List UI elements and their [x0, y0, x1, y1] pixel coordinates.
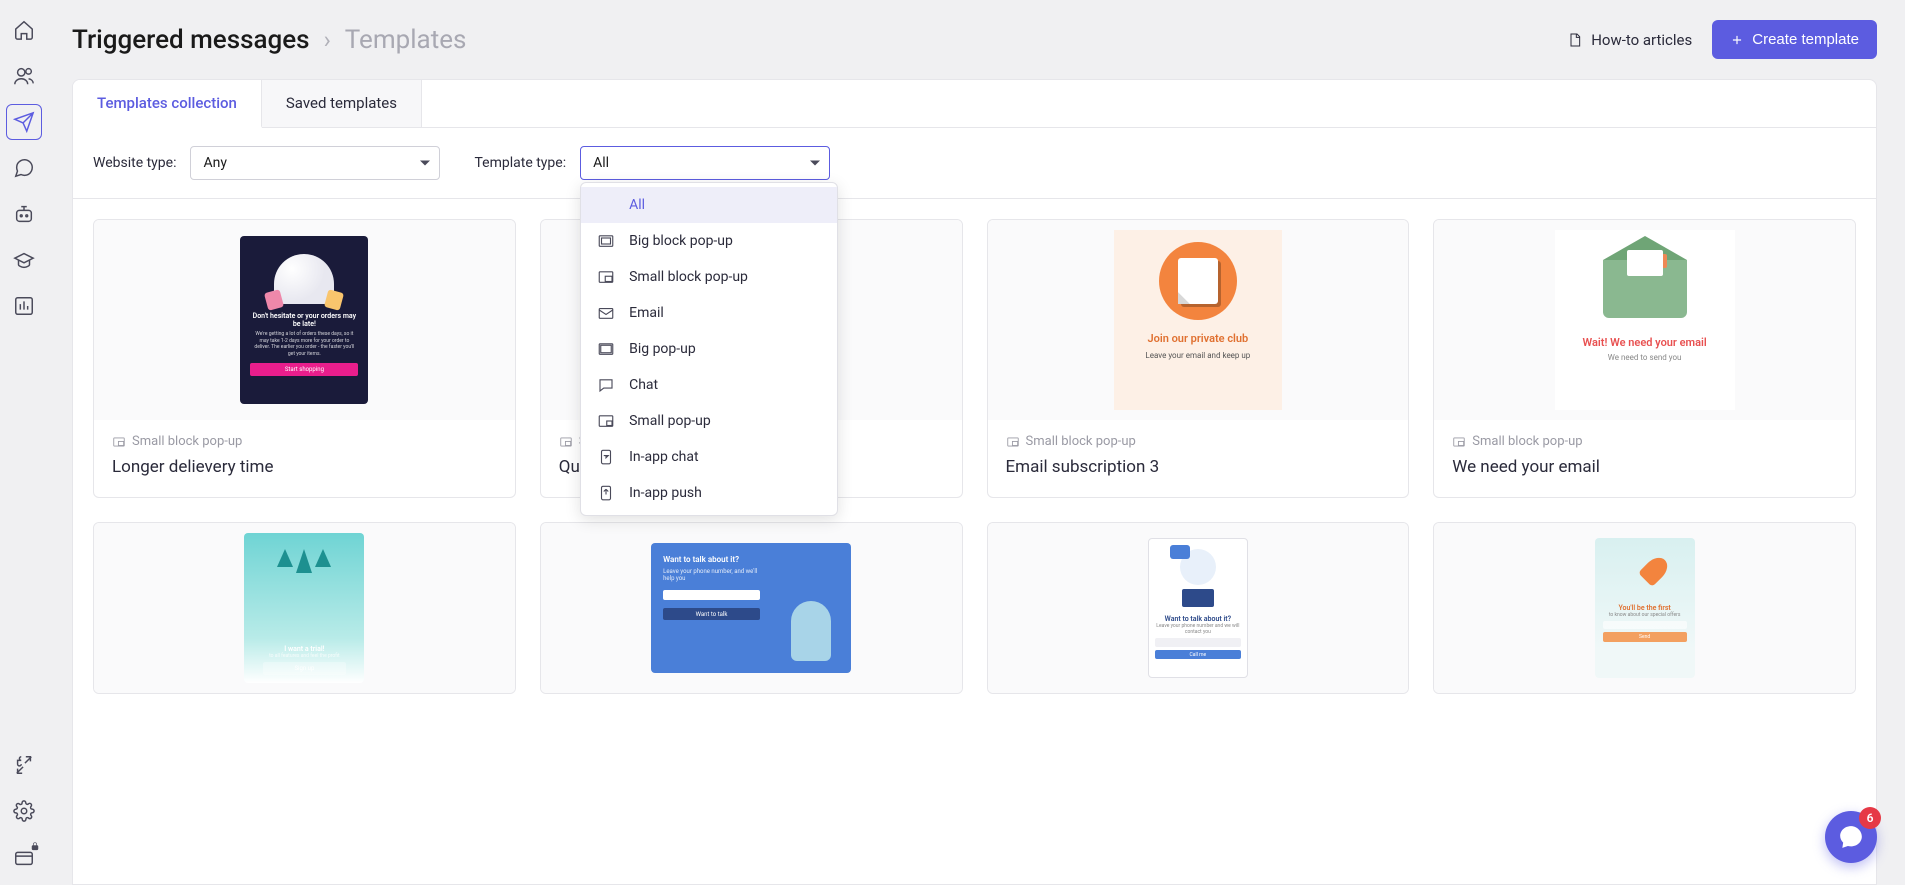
template-type-select[interactable]: All — [580, 146, 830, 180]
dropdown-option-email[interactable]: Email — [581, 295, 837, 331]
template-card[interactable]: Don't hesitate or your orders may be lat… — [93, 219, 516, 498]
create-template-label: Create template — [1752, 31, 1859, 48]
templates-grid-row2: I want a trial! to all features and feel… — [93, 522, 1856, 694]
template-card[interactable]: You'll be the first to know about our sp… — [1433, 522, 1856, 694]
breadcrumb-root[interactable]: Triggered messages — [72, 25, 310, 55]
template-type-label: Template type: — [474, 155, 566, 171]
filters-bar: Website type: Any Template type: All — [73, 128, 1876, 199]
template-title: Email subscription 3 — [1006, 457, 1391, 477]
chevron-right-icon: › — [324, 26, 331, 54]
sidebar-home-icon[interactable] — [6, 12, 42, 48]
sidebar-chat-icon[interactable] — [6, 150, 42, 186]
tab-templates-collection[interactable]: Templates collection — [73, 80, 262, 128]
website-type-select[interactable]: Any — [190, 146, 440, 180]
tab-saved-templates[interactable]: Saved templates — [262, 80, 422, 127]
howto-label: How-to articles — [1591, 31, 1692, 49]
create-template-button[interactable]: Create template — [1712, 20, 1877, 59]
sidebar-billing-icon[interactable] — [6, 839, 42, 875]
dropdown-option-big-popup[interactable]: Big pop-up — [581, 331, 837, 367]
sidebar-bot-icon[interactable] — [6, 196, 42, 232]
template-title: We need your email — [1452, 457, 1837, 477]
template-preview: Join our private club Leave your email a… — [988, 220, 1409, 420]
sidebar-education-icon[interactable] — [6, 242, 42, 278]
dropdown-option-big-block-popup[interactable]: Big block pop-up — [581, 223, 837, 259]
dropdown-option-small-popup[interactable]: Small pop-up — [581, 403, 837, 439]
template-type-value: All — [593, 155, 609, 171]
breadcrumb: Triggered messages › Templates — [72, 25, 466, 55]
template-card[interactable]: I want a trial! to all features and feel… — [93, 522, 516, 694]
sidebar — [0, 0, 48, 885]
website-type-label: Website type: — [93, 155, 176, 171]
template-type-badge: Small block pop-up — [1006, 434, 1391, 449]
templates-grid: Don't hesitate or your orders may be lat… — [93, 219, 1856, 498]
template-type-badge: Small block pop-up — [112, 434, 497, 449]
dropdown-option-inapp-push[interactable]: In-app push — [581, 475, 837, 511]
template-title: Longer delievery time — [112, 457, 497, 477]
template-card[interactable]: Wait! We need your email We need to send… — [1433, 219, 1856, 498]
sidebar-reports-icon[interactable] — [6, 288, 42, 324]
sidebar-addons-icon[interactable] — [6, 747, 42, 783]
template-card[interactable]: Join our private club Leave your email a… — [987, 219, 1410, 498]
page-header: Triggered messages › Templates How-to ar… — [72, 20, 1877, 59]
howto-link[interactable]: How-to articles — [1567, 31, 1692, 49]
page-title: Templates — [345, 25, 467, 55]
sidebar-users-icon[interactable] — [6, 58, 42, 94]
template-type-badge: Small block pop-up — [1452, 434, 1837, 449]
dropdown-option-inapp-chat[interactable]: In-app chat — [581, 439, 837, 475]
template-preview: Wait! We need your email We need to send… — [1434, 220, 1855, 420]
template-card[interactable]: Want to talk about it? Leave your phone … — [540, 522, 963, 694]
dropdown-option-chat[interactable]: Chat — [581, 367, 837, 403]
tabs: Templates collection Saved templates — [73, 80, 1876, 128]
caret-down-icon — [810, 161, 820, 166]
template-card[interactable]: Want to talk about it? Leave your phone … — [987, 522, 1410, 694]
website-type-value: Any — [203, 155, 227, 171]
sidebar-send-icon[interactable] — [6, 104, 42, 140]
template-preview: Don't hesitate or your orders may be lat… — [94, 220, 515, 420]
chat-bubble-button[interactable]: 6 — [1825, 811, 1877, 863]
dropdown-option-small-block-popup[interactable]: Small block pop-up — [581, 259, 837, 295]
sidebar-settings-icon[interactable] — [6, 793, 42, 829]
chat-badge: 6 — [1859, 807, 1881, 829]
template-type-dropdown: All Big block pop-up Small block pop-up — [580, 182, 838, 516]
dropdown-option-all[interactable]: All — [581, 187, 837, 223]
caret-down-icon — [420, 161, 430, 166]
